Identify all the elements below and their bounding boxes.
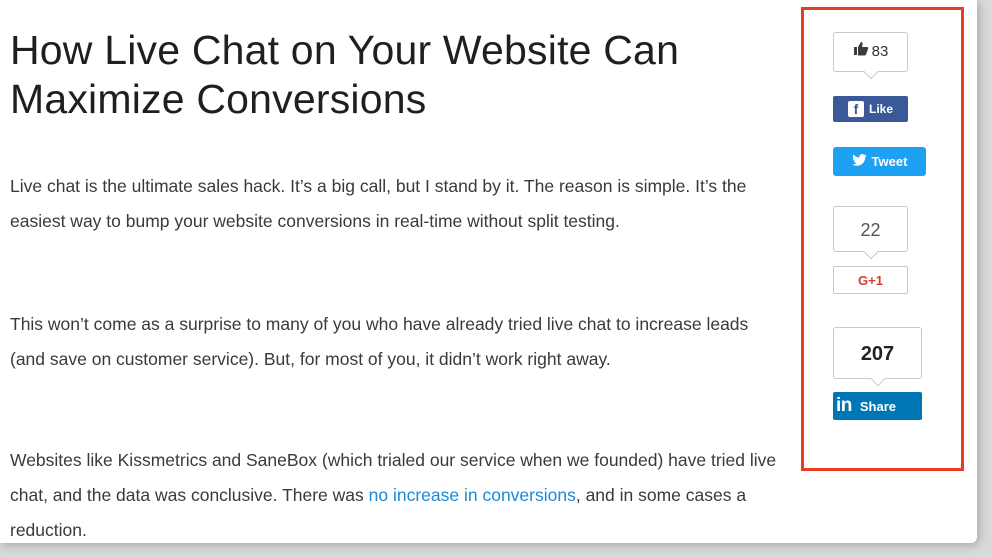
linkedin-share-label: Share (859, 398, 897, 414)
tweet-button[interactable]: Tweet (833, 147, 926, 176)
facebook-count-text: 83 (871, 43, 889, 60)
article-paragraph-3: Websites like Kissmetrics and SaneBox (w… (10, 443, 780, 548)
share-panel: 83 f Like Tweet 22 G+1 207 in Share (801, 7, 964, 471)
googleplus-count: 22 (833, 206, 908, 260)
googleplus-label: G+1 (858, 272, 883, 288)
linkedin-share-count: 207 (833, 327, 922, 387)
facebook-like-label: Like (868, 102, 893, 116)
article-card: How Live Chat on Your Website Can Maximi… (0, 0, 977, 543)
googleplus-button[interactable]: G+1 (833, 266, 908, 294)
linkedin-icon: in (836, 395, 852, 416)
bubble-tail (869, 370, 886, 387)
article-paragraph-2: This won’t come as a surprise to many of… (10, 314, 749, 369)
linkedin-count-text: 207 (860, 343, 895, 365)
googleplus-count-text: 22 (860, 220, 881, 240)
bubble-tail (862, 243, 879, 260)
twitter-bird-icon (851, 154, 867, 169)
facebook-icon: f (847, 101, 864, 117)
facebook-like-button[interactable]: f Like (833, 96, 908, 122)
thumbs-up-icon (853, 33, 869, 71)
no-increase-link[interactable]: no increase in conversions (369, 485, 576, 505)
article-paragraph-1: Live chat is the ultimate sales hack. It… (10, 176, 747, 231)
article-title: How Live Chat on Your Website Can Maximi… (10, 27, 680, 122)
facebook-like-count: 83 (833, 32, 908, 80)
tweet-label: Tweet (871, 154, 908, 169)
linkedin-share-button[interactable]: in Share (833, 392, 922, 420)
article: How Live Chat on Your Website Can Maximi… (10, 26, 780, 540)
